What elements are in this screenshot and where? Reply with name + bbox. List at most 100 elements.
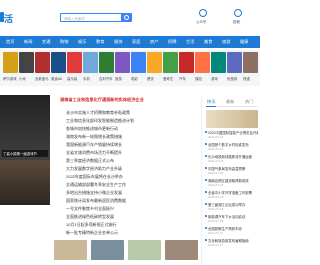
headline[interactable]: 湖南省工业和信息化厅通报新的实体经济企业 bbox=[60, 97, 195, 103]
promo-tile[interactable] bbox=[131, 52, 146, 73]
news-item[interactable]: 我国新能源汽车产销量持续增长 bbox=[66, 142, 199, 148]
thumbnail[interactable] bbox=[54, 240, 87, 260]
promo-caption[interactable]: 餐饮 bbox=[147, 76, 154, 81]
submit-label[interactable]: 投稿 bbox=[233, 19, 240, 24]
promo-tile[interactable] bbox=[227, 52, 242, 73]
nav-item[interactable]: 旅游 bbox=[222, 39, 230, 45]
news-item[interactable]: 多地出台措施支持小微企业发展 bbox=[66, 190, 199, 196]
promo-caption[interactable]: 萨尔游戏 bbox=[3, 76, 17, 81]
promo-tile[interactable] bbox=[163, 52, 178, 73]
dot-icon bbox=[205, 179, 207, 181]
news-item[interactable]: 湖南发布新一轮稳增长政策措施 bbox=[66, 134, 199, 140]
search-input[interactable]: 请输入关键词 bbox=[60, 13, 122, 22]
promo-tile[interactable] bbox=[3, 52, 18, 73]
promo-tile[interactable] bbox=[35, 52, 50, 73]
news-item[interactable]: 各城市加快推进城市更新行动 bbox=[66, 126, 199, 132]
nav-item[interactable]: 首页 bbox=[6, 39, 14, 45]
promo-tile[interactable] bbox=[19, 52, 34, 73]
news-item[interactable]: 工业和信息化部印发智能制造推进计划 bbox=[66, 118, 199, 124]
promo-caption[interactable]: 爱奇艺 bbox=[163, 76, 173, 81]
promo-caption[interactable]: 旅游 bbox=[115, 76, 122, 81]
thumbnail[interactable] bbox=[91, 240, 124, 260]
dot-icon bbox=[205, 203, 207, 205]
nav-item[interactable]: 新闻 bbox=[24, 39, 32, 45]
promo-tile[interactable] bbox=[99, 52, 114, 73]
news-item[interactable]: 大力发展数字经济助力产业升级 bbox=[66, 166, 199, 172]
dot-icon bbox=[205, 227, 207, 229]
tab-latest[interactable]: 最新 bbox=[226, 99, 234, 105]
sidebar-date: 2022-07-19 bbox=[208, 147, 224, 151]
nav-item[interactable]: 家居 bbox=[132, 39, 140, 45]
news-item[interactable]: 全省文旅消费市场活力不断提升 bbox=[66, 150, 199, 156]
wechat-label[interactable]: 公众号 bbox=[196, 19, 206, 24]
promo-caption[interactable]: 小米 bbox=[19, 76, 26, 81]
promo-caption[interactable]: 保险 bbox=[195, 76, 202, 81]
nav-item[interactable]: 教育 bbox=[96, 39, 104, 45]
nav-item[interactable]: 美食 bbox=[204, 39, 212, 45]
dot-icon bbox=[205, 143, 207, 145]
edit-icon[interactable] bbox=[234, 9, 242, 17]
feature-image[interactable] bbox=[0, 160, 50, 205]
tab-flash[interactable]: 快讯 bbox=[207, 99, 215, 105]
banner-caption[interactable]: 丁奚小镇第一届游戏节 bbox=[2, 150, 48, 157]
promo-tile[interactable] bbox=[67, 52, 82, 73]
promo-tile[interactable] bbox=[83, 52, 98, 73]
sidebar-date: 2022-07-18 bbox=[208, 219, 224, 223]
sidebar-date: 2022-07-19 bbox=[208, 159, 224, 163]
dot-icon bbox=[205, 239, 207, 241]
nav-item[interactable]: 服饰 bbox=[114, 39, 122, 45]
promo-tile[interactable] bbox=[115, 52, 130, 73]
search-icon[interactable] bbox=[121, 13, 132, 22]
thumbnail-row bbox=[54, 240, 199, 265]
promo-tile[interactable] bbox=[179, 52, 194, 73]
news-item[interactable]: 第三季度经济数据正式公布 bbox=[66, 158, 199, 164]
nav-item[interactable]: 购物 bbox=[60, 39, 68, 45]
promo-tile[interactable] bbox=[51, 52, 66, 73]
promo-tile[interactable] bbox=[243, 52, 258, 73]
promo-caption[interactable]: 优惠券 bbox=[227, 76, 237, 81]
nav-item[interactable]: 交通 bbox=[42, 39, 50, 45]
news-item[interactable]: 国家统计局发布最新居民消费数据 bbox=[66, 198, 199, 204]
nav-item[interactable]: 娱乐 bbox=[78, 39, 86, 45]
tab-hot[interactable]: 热门 bbox=[245, 99, 253, 105]
promo-tile[interactable] bbox=[211, 52, 226, 73]
promo-caption[interactable]: 汽车 bbox=[179, 76, 186, 81]
promo-caption[interactable]: 电影 bbox=[131, 76, 138, 81]
sidebar-banner[interactable] bbox=[206, 110, 258, 128]
nav-item[interactable]: 生活 bbox=[186, 39, 194, 45]
dot-icon bbox=[205, 167, 207, 169]
news-item[interactable]: 全面推进绿色低碳转型发展 bbox=[66, 214, 199, 220]
sidebar-date: 2022-07-17 bbox=[208, 231, 224, 235]
tab-indicator bbox=[206, 105, 216, 107]
dot-icon bbox=[205, 215, 207, 217]
promo-caption[interactable]: 奥迪A6 bbox=[51, 76, 62, 81]
news-item[interactable]: 交通运输部部署冬季安全生产工作 bbox=[66, 182, 199, 188]
promo-caption[interactable]: 全新宝马 bbox=[35, 76, 49, 81]
promo-caption[interactable]: 吉利汽车 bbox=[99, 76, 113, 81]
promo-caption[interactable]: 高乐高 bbox=[67, 76, 77, 81]
news-item[interactable]: 2022年度国际车展将在长沙举办 bbox=[66, 174, 199, 180]
sidebar-date: 2022-07-18 bbox=[208, 195, 224, 199]
sidebar-date: 2022-07-18 bbox=[208, 183, 224, 187]
promo-caption[interactable]: 快递 bbox=[243, 76, 250, 81]
sidebar-date: 2022-07-18 bbox=[208, 207, 224, 211]
promo-caption[interactable]: 手机 bbox=[83, 76, 90, 81]
sidebar-date: 2022-07-17 bbox=[208, 243, 224, 247]
thumbnail[interactable] bbox=[165, 240, 198, 260]
news-item[interactable]: 一号文件聚焦乡村全面振兴 bbox=[66, 206, 199, 212]
news-item[interactable]: 10月1日起多项新规正式施行 bbox=[66, 222, 199, 228]
news-item[interactable]: 新一批专精特新企业名单公示 bbox=[66, 230, 199, 236]
nav-item[interactable]: 房产 bbox=[150, 39, 158, 45]
promo-tile[interactable] bbox=[147, 52, 162, 73]
thumbnail[interactable] bbox=[128, 240, 161, 260]
dot-icon bbox=[205, 131, 207, 133]
sidebar-date: 2022-07-19 bbox=[208, 135, 224, 139]
logo[interactable]: 活 bbox=[4, 12, 13, 25]
promo-tile[interactable] bbox=[195, 52, 210, 73]
nav-item[interactable]: 健康 bbox=[240, 39, 248, 45]
nav-item[interactable]: 招聘 bbox=[168, 39, 176, 45]
dot-icon bbox=[205, 191, 207, 193]
news-item[interactable]: 长沙市实施人才招聘和教育补贴政策 bbox=[66, 110, 199, 116]
wechat-icon[interactable] bbox=[199, 9, 207, 17]
promo-caption[interactable]: 游戏 bbox=[211, 76, 218, 81]
